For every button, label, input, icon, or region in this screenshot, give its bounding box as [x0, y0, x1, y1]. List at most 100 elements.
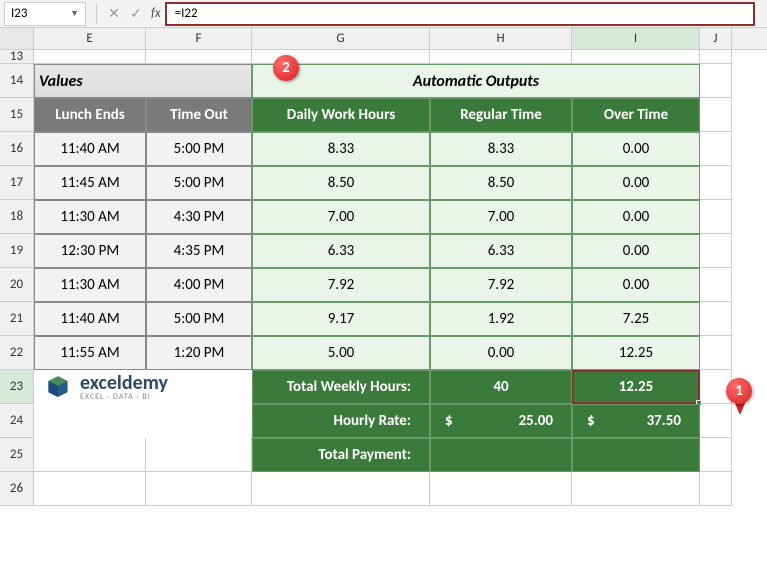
cell[interactable] — [572, 50, 700, 64]
cell[interactable] — [700, 64, 732, 98]
cell[interactable] — [700, 302, 732, 336]
cell[interactable] — [700, 98, 732, 132]
formula-input[interactable]: =I22 — [165, 2, 755, 26]
cell-lunch[interactable]: 11:30 AM — [34, 200, 146, 234]
cell[interactable] — [572, 472, 700, 506]
row-header-15[interactable]: 15 — [0, 98, 34, 132]
cell-reg[interactable]: 6.33 — [430, 234, 572, 268]
name-box[interactable]: I23 ▼ — [4, 2, 86, 26]
row-header-18[interactable]: 18 — [0, 200, 34, 234]
row-header-25[interactable]: 25 — [0, 438, 34, 472]
cell-lunch[interactable]: 12:30 PM — [34, 234, 146, 268]
cell-daily[interactable]: 7.92 — [252, 268, 430, 302]
cell-reg[interactable]: 8.33 — [430, 132, 572, 166]
label-hourly-rate[interactable]: Hourly Rate: — [252, 404, 430, 438]
chevron-down-icon[interactable]: ▼ — [70, 8, 79, 19]
cell-timeout[interactable]: 4:35 PM — [146, 234, 252, 268]
cell-lunch[interactable]: 11:55 AM — [34, 336, 146, 370]
hdr-lunch-ends[interactable]: Lunch Ends — [34, 98, 146, 132]
section-values[interactable]: Values — [34, 64, 252, 98]
cell[interactable] — [430, 472, 572, 506]
cell[interactable] — [146, 438, 252, 472]
value-total-weekly-ot[interactable]: 12.25 — [572, 370, 700, 404]
fx-icon[interactable]: fx — [151, 6, 161, 21]
hdr-regular-time[interactable]: Regular Time — [430, 98, 572, 132]
cell-daily[interactable]: 5.00 — [252, 336, 430, 370]
cell-reg[interactable]: 1.92 — [430, 302, 572, 336]
cell[interactable] — [700, 166, 732, 200]
check-icon[interactable]: ✓ — [125, 3, 147, 25]
cell-lunch[interactable]: 11:40 AM — [34, 302, 146, 336]
col-header-F[interactable]: F — [146, 28, 252, 49]
cell-timeout[interactable]: 5:00 PM — [146, 132, 252, 166]
cell-daily[interactable]: 6.33 — [252, 234, 430, 268]
row-header-13[interactable]: 13 — [0, 50, 34, 64]
col-header-J[interactable]: J — [700, 28, 732, 49]
cell[interactable] — [700, 472, 732, 506]
hdr-daily-hours[interactable]: Daily Work Hours — [252, 98, 430, 132]
cell[interactable] — [700, 268, 732, 302]
cell-daily[interactable]: 8.33 — [252, 132, 430, 166]
cell-ot[interactable]: 7.25 — [572, 302, 700, 336]
section-outputs[interactable]: Automatic Outputs — [252, 64, 700, 98]
cell-daily[interactable]: 8.50 — [252, 166, 430, 200]
cell-timeout[interactable]: 4:00 PM — [146, 268, 252, 302]
cell[interactable] — [700, 234, 732, 268]
cell-lunch[interactable]: 11:30 AM — [34, 268, 146, 302]
cell[interactable] — [700, 438, 732, 472]
cell-ot[interactable]: 0.00 — [572, 268, 700, 302]
row-header-19[interactable]: 19 — [0, 234, 34, 268]
value-total-weekly-reg[interactable]: 40 — [430, 370, 572, 404]
value-total-payment-ot[interactable] — [572, 438, 700, 472]
cell[interactable] — [252, 472, 430, 506]
row-header-14[interactable]: 14 — [0, 64, 34, 98]
cell-lunch[interactable]: 11:45 AM — [34, 166, 146, 200]
cell-reg[interactable]: 7.00 — [430, 200, 572, 234]
cell-ot[interactable]: 12.25 — [572, 336, 700, 370]
cell-timeout[interactable]: 5:00 PM — [146, 166, 252, 200]
row-header-22[interactable]: 22 — [0, 336, 34, 370]
row-header-21[interactable]: 21 — [0, 302, 34, 336]
cell-reg[interactable]: 8.50 — [430, 166, 572, 200]
cell[interactable] — [700, 132, 732, 166]
cell[interactable] — [700, 200, 732, 234]
cell-ot[interactable]: 0.00 — [572, 166, 700, 200]
cell[interactable] — [146, 50, 252, 64]
row-header-26[interactable]: 26 — [0, 472, 34, 506]
label-total-weekly[interactable]: Total Weekly Hours: — [252, 370, 430, 404]
col-header-E[interactable]: E — [34, 28, 146, 49]
cell[interactable] — [700, 50, 732, 64]
select-all-corner[interactable] — [0, 28, 34, 49]
cell-ot[interactable]: 0.00 — [572, 200, 700, 234]
row-header-20[interactable]: 20 — [0, 268, 34, 302]
cell[interactable] — [34, 50, 146, 64]
cell-timeout[interactable]: 1:20 PM — [146, 336, 252, 370]
cell-ot[interactable]: 0.00 — [572, 132, 700, 166]
cell-daily[interactable]: 7.00 — [252, 200, 430, 234]
cell-timeout[interactable]: 5:00 PM — [146, 302, 252, 336]
cell-reg[interactable]: 7.92 — [430, 268, 572, 302]
hdr-over-time[interactable]: Over Time — [572, 98, 700, 132]
cell[interactable] — [700, 336, 732, 370]
cell-ot[interactable]: 0.00 — [572, 234, 700, 268]
label-total-payment[interactable]: Total Payment: — [252, 438, 430, 472]
cell[interactable] — [34, 404, 252, 438]
cell-reg[interactable]: 0.00 — [430, 336, 572, 370]
cell-timeout[interactable]: 4:30 PM — [146, 200, 252, 234]
col-header-G[interactable]: G — [252, 28, 430, 49]
col-header-I[interactable]: I — [572, 28, 700, 49]
col-header-H[interactable]: H — [430, 28, 572, 49]
cell[interactable] — [34, 472, 146, 506]
value-hourly-rate-reg[interactable]: $ 25.00 — [430, 404, 572, 438]
cell-lunch[interactable]: 11:40 AM — [34, 132, 146, 166]
row-header-24[interactable]: 24 — [0, 404, 34, 438]
row-header-17[interactable]: 17 — [0, 166, 34, 200]
cell-daily[interactable]: 9.17 — [252, 302, 430, 336]
value-total-payment-reg[interactable] — [430, 438, 572, 472]
cell[interactable] — [430, 50, 572, 64]
cell[interactable] — [34, 438, 146, 472]
cell[interactable] — [700, 404, 732, 438]
cell[interactable] — [146, 472, 252, 506]
row-header-16[interactable]: 16 — [0, 132, 34, 166]
value-hourly-rate-ot[interactable]: $ 37.50 — [572, 404, 700, 438]
